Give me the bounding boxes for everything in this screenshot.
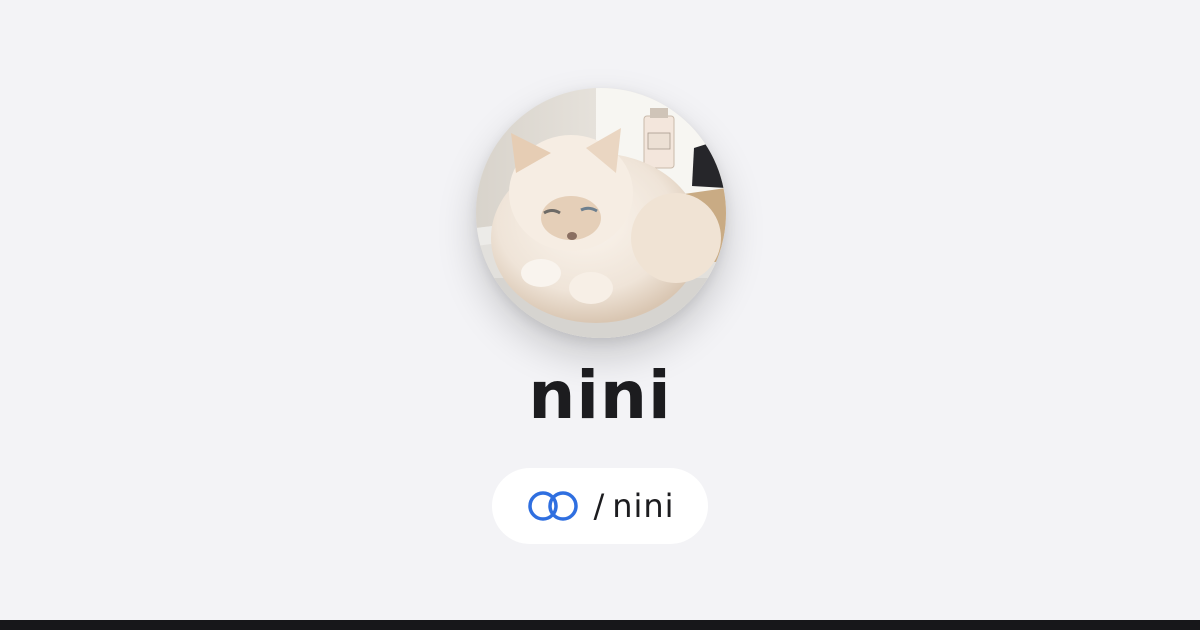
bottom-bar [0,620,1200,630]
handle-text: nini [612,487,675,525]
cat-photo-image [476,88,726,338]
avatar[interactable] [476,88,726,338]
display-name: nini [528,357,672,434]
linked-rings-icon [528,491,579,521]
profile-card: nini / nini [0,0,1200,620]
handle-pill[interactable]: / nini [492,468,708,544]
separator-slash: / [593,487,605,525]
